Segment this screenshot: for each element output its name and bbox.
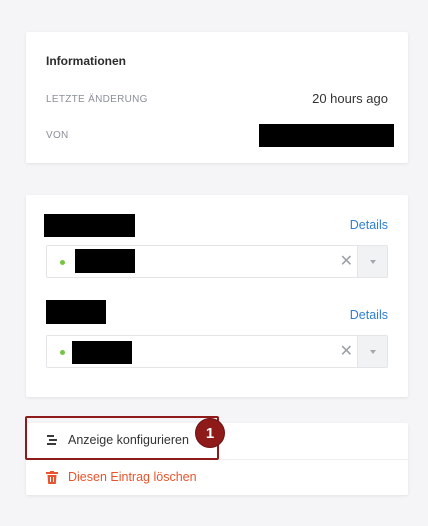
trash-icon	[46, 471, 58, 484]
chevron-down-icon	[370, 260, 376, 264]
clear-icon[interactable]: ✕	[340, 253, 353, 271]
annotation-highlight-box	[25, 416, 219, 460]
page: Informationen LETZTE ÄNDERUNG 20 hours a…	[0, 0, 428, 526]
redacted-relation-label-1	[44, 214, 135, 237]
relation-select-2[interactable]: ✕	[46, 335, 388, 368]
relation-block-1: Details ✕	[44, 214, 388, 284]
status-dot-icon	[60, 260, 65, 265]
delete-entry-label: Diesen Eintrag löschen	[68, 470, 197, 484]
relation-block-2: Details ✕	[46, 300, 388, 370]
redacted-relation-value-1	[75, 249, 135, 273]
by-label: VON	[46, 130, 69, 141]
redacted-relation-label-2	[46, 300, 106, 324]
information-card: Informationen LETZTE ÄNDERUNG 20 hours a…	[26, 32, 408, 163]
last-changed-value: 20 hours ago	[312, 91, 388, 106]
clear-icon[interactable]: ✕	[340, 343, 353, 361]
redacted-author	[259, 124, 394, 147]
last-changed-label: LETZTE ÄNDERUNG	[46, 94, 148, 105]
annotation-badge: 1	[195, 418, 225, 448]
relation-select-1[interactable]: ✕	[46, 245, 388, 278]
status-dot-icon	[60, 350, 65, 355]
chevron-down-icon	[370, 350, 376, 354]
details-link-2[interactable]: Details	[350, 308, 388, 322]
details-link-1[interactable]: Details	[350, 218, 388, 232]
information-title: Informationen	[46, 54, 126, 68]
dropdown-toggle[interactable]	[357, 336, 387, 367]
dropdown-toggle[interactable]	[357, 246, 387, 277]
relations-card: Details ✕ Details ✕	[26, 195, 408, 397]
delete-entry-button[interactable]: Diesen Eintrag löschen	[26, 459, 408, 495]
redacted-relation-value-2	[72, 341, 132, 364]
